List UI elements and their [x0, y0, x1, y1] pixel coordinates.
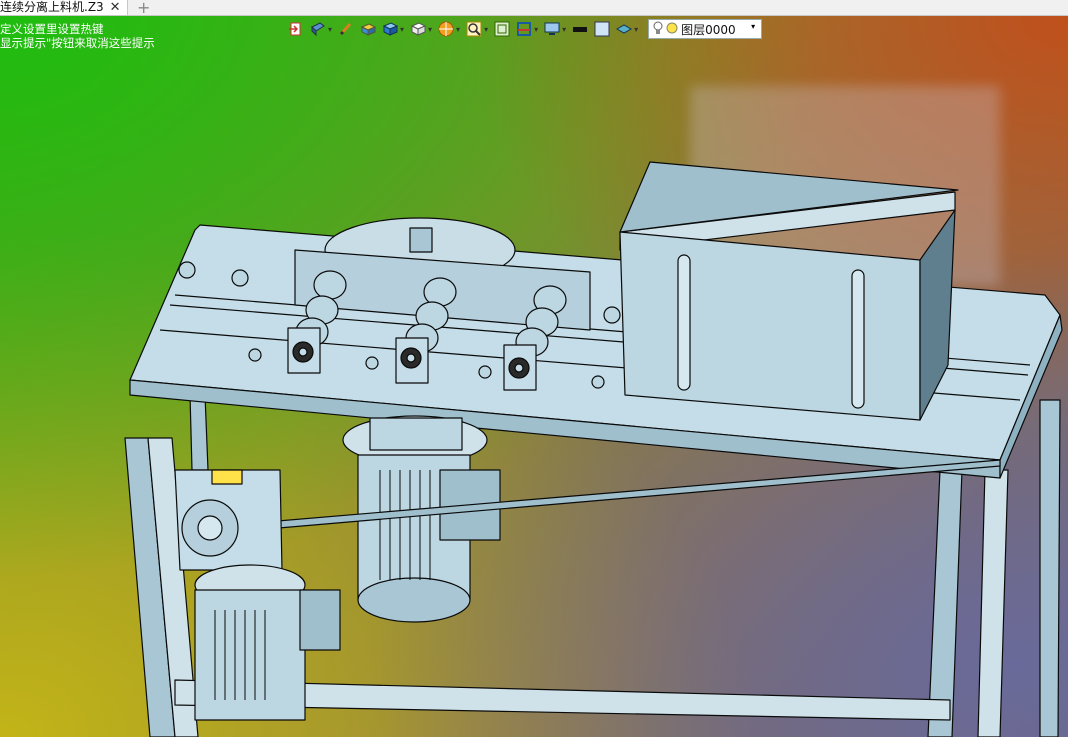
chevron-down-icon: ▾ [400, 24, 405, 34]
chevron-down-icon: ▾ [328, 24, 333, 34]
exit-button[interactable] [288, 19, 304, 39]
hopper-front [619, 231, 921, 421]
chevron-down-icon: ▾ [484, 24, 489, 34]
zoom-button[interactable]: ▾ [466, 19, 488, 39]
shape-button[interactable]: ▾ [382, 19, 404, 39]
gear-hub [409, 227, 433, 253]
layer-style-button[interactable]: ▾ [616, 19, 638, 39]
bolt-2 [231, 269, 249, 287]
chevron-down-icon: ▾ [456, 24, 461, 34]
box-yellow-icon [360, 21, 377, 37]
gearbox-label [211, 469, 243, 485]
add-tab-button[interactable]: + [137, 0, 150, 17]
pencil-icon [338, 21, 354, 37]
layer-select[interactable]: 图层0000 ▾ [648, 19, 763, 39]
zoom-icon [466, 21, 482, 37]
bolt-3 [603, 306, 621, 324]
center-motor-end [357, 577, 471, 623]
wheel-icon [438, 21, 454, 37]
leg-front-right-face [977, 469, 1009, 737]
layer-color-icon [666, 22, 678, 37]
line-color-button[interactable] [572, 19, 588, 39]
chevron-down-icon: ▾ [428, 24, 433, 34]
tab-document[interactable]: 连续分离上料机.Z3 ✕ [0, 0, 128, 15]
center-motor-collar [369, 417, 463, 451]
bolt-7 [591, 375, 605, 389]
display-button[interactable]: ▾ [544, 19, 566, 39]
leg-back-right [1039, 399, 1061, 737]
chevron-down-icon: ▾ [562, 24, 567, 34]
solid-button[interactable]: ▾ [410, 19, 432, 39]
fit-view-button[interactable] [494, 19, 510, 39]
left-motor-box [299, 589, 341, 651]
chevron-down-icon: ▾ [534, 24, 539, 34]
bulb-icon [653, 21, 663, 38]
chevron-down-icon: ▾ [634, 24, 639, 34]
hopper-slot-left [677, 254, 691, 391]
sketch-button[interactable] [338, 19, 354, 39]
fit-icon [494, 21, 510, 37]
graphics-viewport[interactable]: 定义设置里设置热键 显示提示"按钮来取消这些提示 ▾ ▾ ▾ ▾ ▾ ▾ ▾ ▾… [0, 16, 1068, 737]
fill-color-button[interactable] [594, 19, 610, 39]
bolt-1 [178, 261, 196, 279]
section-button[interactable]: ▾ [516, 19, 538, 39]
leg-front-right [927, 469, 963, 737]
monitor-icon [544, 21, 560, 37]
tab-label: 连续分离上料机.Z3 [0, 0, 104, 14]
line-color-icon [572, 21, 588, 37]
close-icon[interactable]: ✕ [110, 0, 121, 15]
bolt-5 [365, 356, 379, 370]
exit-icon [288, 21, 304, 37]
fill-color-icon [594, 21, 610, 37]
layer-name: 图层0000 [681, 22, 736, 37]
bolt-4 [248, 348, 262, 362]
quick-toolbar: ▾ ▾ ▾ ▾ ▾ ▾ ▾ ▾ 图层0000 ▾ [288, 18, 763, 40]
tab-bar: 连续分离上料机.Z3 ✕ + [0, 0, 1068, 17]
extrude-button[interactable] [360, 19, 377, 39]
cube-icon [410, 21, 427, 37]
left-motor-body [194, 589, 306, 721]
box-blue-icon [382, 21, 399, 37]
section-icon [516, 21, 532, 37]
hopper-slot-right [851, 269, 865, 409]
view-button[interactable]: ▾ [310, 19, 332, 39]
bolt-6 [478, 365, 492, 379]
machine-model[interactable] [0, 16, 1068, 737]
layer-style-icon [616, 21, 633, 37]
drive-chain [229, 459, 1001, 533]
view-icon [310, 21, 326, 37]
leg-back-left [189, 394, 209, 471]
render-button[interactable]: ▾ [438, 19, 460, 39]
chevron-down-icon: ▾ [751, 22, 756, 31]
